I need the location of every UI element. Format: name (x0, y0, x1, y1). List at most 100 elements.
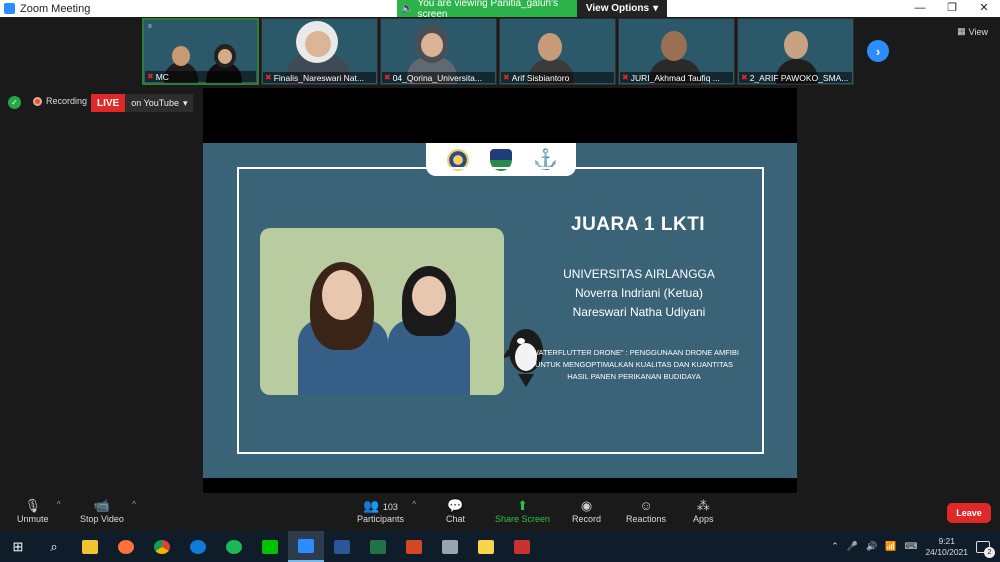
chevron-up-icon[interactable]: ^ (412, 500, 416, 509)
participant-name: Arif Sisbiantoro (511, 72, 570, 83)
chevron-up-icon[interactable]: ^ (57, 500, 61, 509)
edge-icon[interactable] (180, 531, 216, 562)
chat-bubble-icon: 💬 (447, 498, 464, 513)
firefox-icon[interactable] (108, 531, 144, 562)
participant-name: 04_Qorina_Universita... (392, 72, 482, 83)
wifi-icon[interactable]: 📶 (885, 541, 896, 552)
search-icon[interactable]: ⌕ (36, 531, 72, 562)
grid-icon: ▦ (957, 26, 966, 36)
app-icon[interactable] (504, 531, 540, 562)
participant-name-bar: ✖ 04_Qorina_Universita... (382, 72, 495, 83)
unmute-button[interactable]: 🎙 Unmute ^ (17, 498, 61, 524)
participant-tile[interactable]: ✖ 2_ARIF PAWOKO_SMA... (737, 18, 854, 85)
muted-microphone-icon: 🎙 (24, 498, 42, 513)
record-button[interactable]: ◉ Record (572, 498, 601, 524)
participant-name-bar: ✖ JURI_Akhmad Taufiq ... (620, 72, 733, 83)
close-button[interactable]: ✕ (968, 0, 1000, 17)
file-explorer-icon[interactable] (72, 531, 108, 562)
powerpoint-icon[interactable] (396, 531, 432, 562)
stop-video-button[interactable]: 📹 Stop Video ^ (80, 498, 136, 524)
minimize-button[interactable]: — (904, 0, 936, 17)
pen-tool-icon[interactable] (432, 531, 468, 562)
chevron-up-icon[interactable]: ⌃ (831, 541, 839, 552)
muted-mic-icon: ✖ (265, 73, 272, 82)
smiley-icon: ☺ (639, 498, 653, 513)
apps-icon: ⁂ (696, 498, 710, 513)
muted-mic-icon: ✖ (147, 72, 154, 81)
notifications-icon[interactable]: 2 (976, 540, 995, 558)
chat-button[interactable]: 💬 Chat (446, 498, 465, 524)
chevron-down-icon: ▾ (653, 3, 659, 14)
participants-count: 103 (382, 502, 398, 512)
share-screen-button[interactable]: ⬆ Share Screen (495, 498, 550, 524)
youtube-dropdown[interactable]: on YouTube ▾ (125, 94, 194, 112)
zoom-app-icon (4, 3, 15, 14)
participant-name: Finalis_Nareswari Nat... (273, 72, 364, 83)
apps-button[interactable]: ⁂ Apps (693, 498, 714, 524)
windows-start-icon[interactable]: ⊞ (0, 531, 36, 562)
security-shield-icon[interactable]: ✓ (8, 96, 21, 109)
meeting-toolbar: 🎙 Unmute ^ 📹 Stop Video ^ 👥 103 Particip… (0, 493, 1000, 531)
view-layout-button[interactable]: ▦ View (957, 26, 988, 37)
clock[interactable]: 9:21 24/10/2021 (925, 536, 968, 558)
reactions-label: Reactions (626, 514, 667, 524)
screen-share-banner: 🔈 You are viewing Panitia_galuh's screen… (397, 0, 667, 20)
muted-mic-icon: ✖ (503, 73, 510, 82)
zoom-taskbar-icon[interactable] (288, 531, 324, 562)
reactions-button[interactable]: ☺ Reactions (626, 498, 666, 524)
muted-mic-icon: ✖ (741, 73, 748, 82)
share-screen-label: Share Screen (495, 514, 551, 524)
slide-heading: JUARA 1 LKTI (571, 214, 706, 235)
member-second: Nareswari Natha Udiyani (572, 305, 706, 319)
recording-indicator[interactable]: Recording (33, 96, 87, 106)
view-label: View (968, 26, 988, 37)
virtual-background-icon: ▥ (148, 23, 152, 28)
maximize-button[interactable]: ❐ (936, 0, 968, 17)
word-icon[interactable] (324, 531, 360, 562)
record-label: Record (572, 514, 602, 524)
line-icon[interactable] (252, 531, 288, 562)
unmute-label: Unmute (17, 514, 49, 524)
view-options-button[interactable]: View Options ▾ (577, 0, 667, 17)
participant-name-bar: ✖ Finalis_Nareswari Nat... (263, 72, 376, 83)
participants-label: Participants (357, 514, 405, 524)
stop-video-label: Stop Video (80, 514, 124, 524)
participants-strip: ▥ ✖ MC ✖ Finalis_Nareswari Nat... ✖ 04_Q… (142, 18, 854, 85)
chevron-up-icon[interactable]: ^ (132, 500, 136, 509)
keyboard-icon[interactable]: ⌨ (904, 541, 917, 552)
participant-tile[interactable]: ✖ JURI_Akhmad Taufiq ... (618, 18, 735, 85)
chevron-down-icon: ▾ (182, 97, 188, 108)
participant-tile[interactable]: ✖ Arif Sisbiantoro (499, 18, 616, 85)
microphone-icon[interactable]: 🎤 (847, 541, 858, 552)
participant-tile[interactable]: ✖ 04_Qorina_Universita... (380, 18, 497, 85)
shared-screen: ⚓ JUARA 1 LKTI UNIVERSITAS AIRLANGGA Nov… (203, 88, 797, 493)
sticky-notes-icon[interactable] (468, 531, 504, 562)
clock-date: 24/10/2021 (925, 546, 968, 557)
live-badge: LIVE (91, 94, 126, 112)
volume-icon[interactable]: 🔊 (866, 541, 877, 552)
clock-time: 9:21 (938, 535, 955, 546)
spotify-icon[interactable] (216, 531, 252, 562)
slide-frame: JUARA 1 LKTI UNIVERSITAS AIRLANGGA Nover… (237, 167, 764, 454)
chat-label: Chat (446, 514, 466, 524)
participant-tile[interactable]: ✖ Finalis_Nareswari Nat... (261, 18, 378, 85)
participant-name: JURI_Akhmad Taufiq ... (630, 72, 720, 83)
excel-icon[interactable] (360, 531, 396, 562)
participant-name-bar: ✖ MC (145, 71, 256, 82)
recording-dot-icon (33, 96, 42, 106)
notification-badge: 2 (984, 546, 995, 558)
participant-name: MC (155, 71, 169, 82)
participant-tile[interactable]: ▥ ✖ MC (142, 18, 259, 85)
apps-label: Apps (693, 514, 714, 524)
live-stream-indicator[interactable]: LIVE on YouTube ▾ (91, 94, 194, 112)
participants-button[interactable]: 👥 103 Participants ^ (357, 498, 416, 524)
participant-name-bar: ✖ Arif Sisbiantoro (501, 72, 614, 83)
member-leader: Noverra Indriani (Ketua) (574, 286, 704, 300)
leave-button[interactable]: Leave (947, 503, 991, 523)
university-name: UNIVERSITAS AIRLANGGA (563, 267, 715, 281)
next-participants-button[interactable]: › (867, 40, 889, 62)
participant-name-bar: ✖ 2_ARIF PAWOKO_SMA... (739, 72, 852, 83)
chrome-icon[interactable] (144, 531, 180, 562)
winner-info: UNIVERSITAS AIRLANGGA Noverra Indriani (… (554, 265, 724, 322)
participants-icon: 👥 103 (363, 498, 398, 513)
